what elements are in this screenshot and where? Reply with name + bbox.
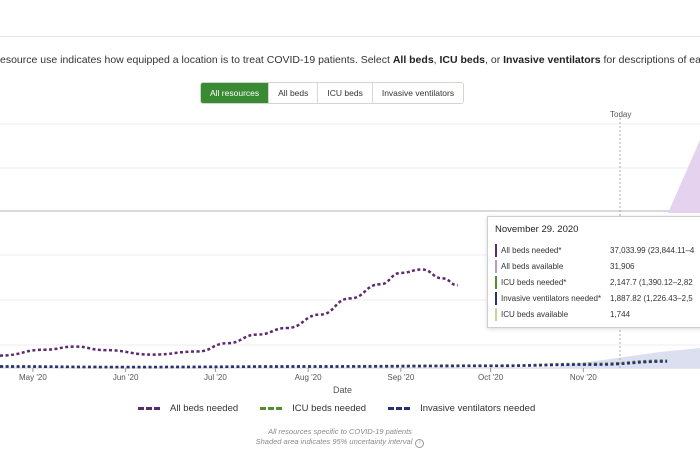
chart-legend: All beds needed ICU beds needed Invasive… <box>138 403 557 414</box>
legend-item-icu-beds-needed[interactable]: ICU beds needed <box>260 403 366 414</box>
x-axis-label: Date <box>333 385 352 395</box>
note-uncertainty-text: Shaded area indicates 95% uncertainty in… <box>255 437 413 446</box>
tooltip-value: 31,906 <box>610 262 635 271</box>
tooltip-label: ICU beds needed* <box>501 278 567 287</box>
x-ticks: May '20 Jun '20 Jul '20 Aug '20 Sep '20 Oct '… <box>19 368 597 382</box>
data-tooltip: November 29. 2020 * All beds needed* 37,… <box>487 216 700 328</box>
legend-item-invasive-ventilators-needed[interactable]: Invasive ventilators needed <box>388 403 535 414</box>
tooltip-value: 37,033.99 (23,844.11–4 <box>610 246 695 255</box>
today-label: Today <box>610 110 631 119</box>
legend-item-all-beds-needed[interactable]: All beds needed <box>138 403 238 414</box>
tooltip-color-bar <box>495 276 497 289</box>
legend-label: All beds needed <box>170 403 239 414</box>
tooltip-date: November 29. 2020 <box>495 224 579 235</box>
x-tick-label: Jun '20 <box>113 373 139 382</box>
tooltip-label: All beds needed* <box>501 246 562 255</box>
uncertainty-band-lower <box>560 348 700 368</box>
tooltip-color-bar <box>495 292 497 305</box>
tooltip-color-bar <box>495 260 497 273</box>
legend-swatch <box>260 407 283 410</box>
x-tick-label: Nov '20 <box>570 373 597 382</box>
x-tick-label: Oct '20 <box>478 373 504 382</box>
legend-swatch <box>388 407 411 410</box>
legend-label: ICU beds needed <box>292 403 367 414</box>
tooltip-color-bar <box>495 244 497 257</box>
legend-label: Invasive ventilators needed <box>420 403 536 414</box>
tooltip-label: All beds available <box>501 262 564 271</box>
tooltip-label: Invasive ventilators needed* <box>501 294 602 303</box>
series-line-all-beds-needed[interactable] <box>0 268 458 357</box>
x-tick-label: May '20 <box>19 373 47 382</box>
note-resources: All resources specific to COVID-19 patie… <box>268 427 412 436</box>
uncertainty-band-upper <box>668 140 700 213</box>
info-icon[interactable]: i <box>415 439 425 448</box>
tooltip-value: 2,147.7 (1,390.12–2,82 <box>610 278 693 287</box>
tooltip-value: 1,887.82 (1,226.43–2,5 <box>610 294 693 303</box>
x-tick-label: Jul '20 <box>204 373 227 382</box>
x-tick-label: Sep '20 <box>387 373 414 382</box>
tooltip-label: ICU beds available <box>501 310 569 319</box>
legend-swatch <box>138 407 160 410</box>
x-tick-label: Aug '20 <box>295 373 322 382</box>
resource-chart: Today May '20 Jun '20 Jul '20 Aug '20 Sep '2… <box>0 110 700 395</box>
tooltip-color-bar <box>495 308 497 321</box>
tooltip-value: 1,744 <box>610 310 631 319</box>
note-uncertainty: Shaded area indicates 95% uncertainty in… <box>0 437 680 448</box>
